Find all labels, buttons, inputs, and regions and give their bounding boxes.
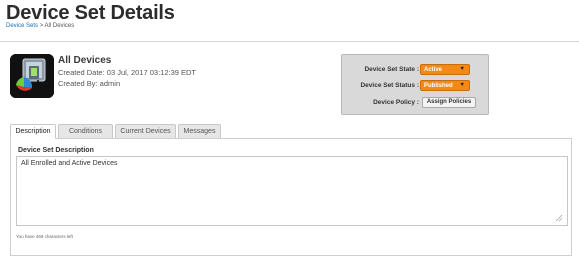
state-select-value: Active: [424, 67, 443, 73]
state-row: Device Set State : Active ▼: [342, 64, 490, 76]
characters-left: You have 469 characters left: [16, 234, 73, 239]
status-row: Device Set Status : Published ▼: [342, 80, 490, 92]
tab-messages[interactable]: Messages: [178, 124, 221, 139]
status-label: Device Set Status :: [360, 82, 419, 89]
policy-label: Device Policy :: [373, 99, 419, 106]
page-title: Device Set Details: [6, 2, 175, 24]
breadcrumb-current: All Devices: [44, 23, 75, 29]
tab-conditions[interactable]: Conditions: [58, 124, 113, 139]
status-select[interactable]: Published ▼: [420, 80, 470, 91]
resize-grip-icon[interactable]: [554, 213, 563, 222]
policy-row: Device Policy : Assign Policies: [342, 97, 490, 109]
chevron-down-icon: ▼: [459, 66, 465, 72]
created-date: Created Date: 03 Jul, 2017 03:12:39 EDT: [58, 68, 197, 77]
header-divider: [0, 41, 579, 42]
breadcrumb-separator: >: [39, 23, 44, 29]
breadcrumb: Device Sets > All Devices: [6, 23, 74, 29]
description-textarea[interactable]: All Enrolled and Active Devices: [16, 156, 568, 226]
description-text: All Enrolled and Active Devices: [21, 160, 118, 167]
created-by: Created By: admin: [58, 79, 121, 88]
device-set-icon: [10, 54, 54, 98]
tab-description[interactable]: Description: [10, 124, 56, 139]
description-panel: Device Set Description All Enrolled and …: [10, 138, 572, 256]
description-section-label: Device Set Description: [18, 147, 94, 154]
status-panel: Device Set State : Active ▼ Device Set S…: [341, 54, 489, 115]
tab-current-devices[interactable]: Current Devices: [115, 124, 176, 139]
state-select[interactable]: Active ▼: [420, 64, 470, 75]
state-label: Device Set State :: [364, 66, 419, 73]
status-select-value: Published: [424, 83, 453, 89]
assign-policies-button[interactable]: Assign Policies: [422, 97, 476, 108]
breadcrumb-link-device-sets[interactable]: Device Sets: [6, 23, 38, 29]
chevron-down-icon: ▼: [459, 82, 465, 88]
device-set-name: All Devices: [58, 55, 112, 66]
